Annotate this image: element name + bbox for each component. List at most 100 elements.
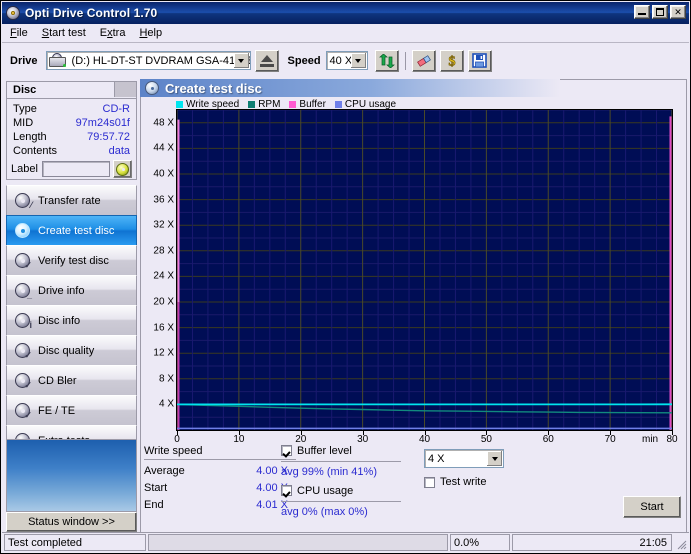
sidebar-item-disc-quality[interactable]: ✓ Disc quality <box>6 335 137 366</box>
disc-value: data <box>108 145 130 157</box>
eraser-icon <box>416 54 432 68</box>
dollar-icon: $ <box>444 53 460 70</box>
chevron-down-icon[interactable] <box>350 53 366 68</box>
disc-transfer-icon: ⁄ <box>14 192 32 210</box>
options-divider <box>281 501 401 502</box>
disc-row-type: Type CD-R <box>7 102 136 116</box>
drive-icon <box>48 53 67 68</box>
buffer-level-checkbox[interactable] <box>281 445 292 456</box>
stats-value: 4.00 X <box>256 482 288 494</box>
refresh-button[interactable] <box>374 49 399 72</box>
test-write-checkbox[interactable] <box>424 476 435 488</box>
legend-swatch-rpm <box>248 100 256 108</box>
sidebar-item-label: FE / TE <box>38 404 76 417</box>
disc-label-caption: Label <box>11 163 38 175</box>
disc-row-contents: Contents data <box>7 144 136 158</box>
test-write-row: Test write <box>424 476 486 488</box>
disc-fete-icon: ✓ <box>14 402 32 420</box>
application-window: Opti Drive Control 1.70 ✕ File Start tes… <box>0 0 691 554</box>
x-axis-tick-label: 10 <box>233 434 245 445</box>
refresh-icon <box>378 53 395 68</box>
cpu-usage-label: CPU usage <box>297 484 354 497</box>
disc-section-title: Disc <box>13 84 37 96</box>
disc-key: MID <box>13 117 34 129</box>
resize-grip-icon[interactable] <box>675 538 687 550</box>
disc-panel-icon <box>145 81 159 95</box>
write-speed-select-value: 4 X <box>428 452 445 465</box>
sidebar-item-verify-test-disc[interactable]: ✓ Verify test disc <box>6 245 137 276</box>
minimize-button[interactable] <box>634 5 650 19</box>
sidebar-item-disc-info[interactable]: i Disc info <box>6 305 137 336</box>
x-axis-tick-label: 50 <box>480 434 492 445</box>
disc-bler-icon: ✓ <box>14 372 32 390</box>
x-axis-tick-label: 0 <box>174 434 180 445</box>
x-axis-tick-mark <box>300 431 302 435</box>
disc-section-header: Disc <box>6 81 137 98</box>
disc-create-icon <box>14 222 32 240</box>
write-speed-select[interactable]: 4 X <box>424 449 504 468</box>
disc-row-mid: MID 97m24s01f <box>7 116 136 130</box>
save-button[interactable] <box>467 49 492 72</box>
disc-label-input[interactable] <box>41 161 110 177</box>
eject-button[interactable] <box>254 49 279 72</box>
sidebar-item-drive-info[interactable]: _ Drive info <box>6 275 137 306</box>
toolbar-divider <box>404 51 406 70</box>
start-button[interactable]: Start <box>623 496 681 518</box>
test-write-label: Test write <box>440 476 487 488</box>
maximize-button[interactable] <box>652 5 668 19</box>
y-axis-tick-label: 12 X <box>153 347 174 359</box>
erase-button[interactable] <box>411 49 436 72</box>
x-axis-tick-label: 80 <box>666 434 678 445</box>
legend-swatch-buffer <box>289 100 297 108</box>
disc-info-icon: i <box>14 312 32 330</box>
dollar-button[interactable]: $ <box>439 49 464 72</box>
panel-title: Create test disc <box>165 80 262 96</box>
sidebar-item-label: Disc info <box>38 314 81 327</box>
cpu-usage-checkbox[interactable] <box>281 485 292 496</box>
menu-item-file[interactable]: File <box>10 27 28 39</box>
disc-value: CD-R <box>102 103 131 115</box>
disc-info-panel: Type CD-R MID 97m24s01f Length 79:57.72 … <box>6 98 137 180</box>
y-axis-tick-label: 32 X <box>153 219 174 231</box>
svg-text:$: $ <box>448 55 455 69</box>
disc-header-spacer <box>114 82 136 97</box>
y-axis-tick-label: 44 X <box>153 142 174 154</box>
y-axis-tick-label: 4 X <box>158 398 174 410</box>
chevron-down-icon[interactable] <box>487 451 502 466</box>
menu-item-extra[interactable]: Extra <box>100 27 126 39</box>
x-axis-tick-mark <box>486 431 488 435</box>
y-axis-tick-label: 40 X <box>153 168 174 180</box>
buffer-level-label: Buffer level <box>297 444 352 457</box>
sidebar-item-transfer-rate[interactable]: ⁄ Transfer rate <box>6 185 137 216</box>
disc-key: Length <box>13 131 47 143</box>
y-axis-tick-label: 16 X <box>153 322 174 334</box>
sidebar: ⁄ Transfer rate Create test disc ✓ Verif… <box>6 185 137 456</box>
y-axis-tick-label: 28 X <box>153 245 174 257</box>
menu-item-start-test[interactable]: Start test <box>42 27 86 39</box>
x-axis-tick-mark <box>672 431 673 435</box>
speed-select[interactable]: 40 X <box>325 51 368 70</box>
sidebar-item-label: Verify test disc <box>38 254 109 267</box>
x-axis-tick-mark <box>238 431 240 435</box>
menu-item-help[interactable]: Help <box>139 27 162 39</box>
sidebar-item-fe-te[interactable]: ✓ FE / TE <box>6 395 137 426</box>
x-axis-tick-mark <box>610 431 612 435</box>
stats-key: Average <box>144 465 185 477</box>
drive-select[interactable]: (D:) HL-DT-ST DVDRAM GSA-4163B A10 <box>45 51 251 70</box>
legend-label-buffer: Buffer <box>299 98 326 110</box>
status-message: Test completed <box>4 534 146 551</box>
disc-label-cd-button[interactable] <box>113 160 132 178</box>
sidebar-item-cd-bler[interactable]: ✓ CD Bler <box>6 365 137 396</box>
close-button[interactable]: ✕ <box>670 5 686 19</box>
chart-options: Buffer level avg 99% (min 41%) CPU usage… <box>281 443 411 518</box>
sidebar-item-label: CD Bler <box>38 374 77 387</box>
y-axis-tick-label: 24 X <box>153 270 174 282</box>
chevron-down-icon[interactable] <box>233 53 249 68</box>
disc-key: Type <box>13 103 37 115</box>
cpu-usage-row: CPU usage <box>281 483 411 498</box>
sidebar-item-create-test-disc[interactable]: Create test disc <box>6 215 137 246</box>
status-percent: 0.0% <box>450 534 510 551</box>
x-axis-tick-mark <box>177 431 178 435</box>
menu-bar: File Start test Extra Help <box>2 24 689 42</box>
status-window-button[interactable]: Status window >> <box>6 512 137 532</box>
